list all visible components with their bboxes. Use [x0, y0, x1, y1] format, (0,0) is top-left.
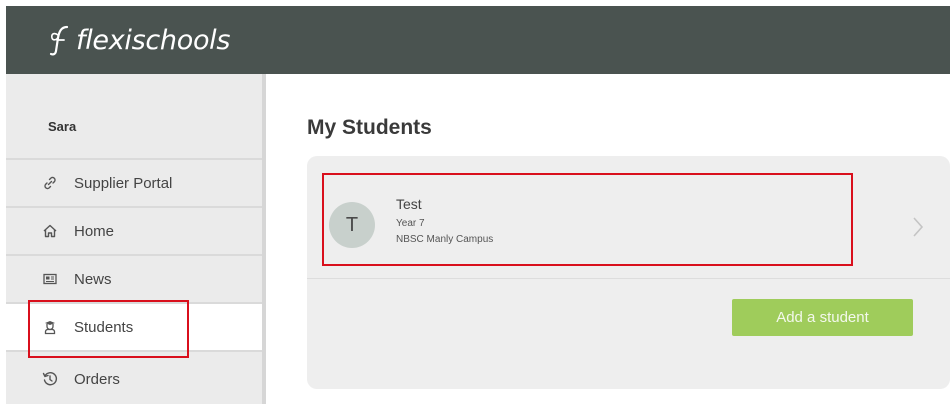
user-name: Sara — [48, 119, 77, 134]
link-icon — [42, 175, 58, 191]
flexischools-logo-icon — [49, 25, 69, 56]
sidebar-divider — [6, 350, 262, 352]
sidebar-item-news[interactable]: News — [6, 256, 262, 302]
student-row[interactable]: T Test Year 7 NBSC Manly Campus — [307, 176, 950, 278]
history-icon — [42, 371, 58, 387]
chevron-right-icon — [913, 217, 924, 237]
student-name: Test — [396, 196, 422, 212]
students-card: T Test Year 7 NBSC Manly Campus Add a st… — [307, 156, 950, 389]
sidebar-item-home[interactable]: Home — [6, 208, 262, 254]
sidebar-item-students[interactable]: Students — [6, 304, 262, 350]
page-title: My Students — [307, 116, 432, 139]
sidebar-item-orders[interactable]: Orders — [6, 356, 262, 402]
logo-text: flexischools — [76, 24, 231, 56]
sidebar-item-label: Home — [74, 222, 115, 240]
sidebar-item-label: News — [74, 270, 112, 288]
home-icon — [42, 223, 58, 239]
add-student-button[interactable]: Add a student — [732, 299, 913, 336]
top-bar: flexischools — [6, 6, 950, 74]
flexischools-logo[interactable]: flexischools — [48, 23, 230, 57]
student-icon — [42, 319, 58, 335]
card-divider — [307, 278, 950, 279]
sidebar-item-label: Orders — [74, 370, 120, 388]
student-year: Year 7 — [396, 218, 425, 229]
avatar: T — [329, 202, 375, 248]
sidebar: Sara Supplier Portal Home News Students … — [6, 74, 262, 404]
sidebar-item-supplier-portal[interactable]: Supplier Portal — [6, 160, 262, 206]
sidebar-item-label: Supplier Portal — [74, 174, 173, 192]
sidebar-item-label: Students — [74, 318, 134, 336]
student-campus: NBSC Manly Campus — [396, 234, 494, 245]
news-icon — [42, 271, 58, 287]
sidebar-border — [262, 74, 266, 404]
